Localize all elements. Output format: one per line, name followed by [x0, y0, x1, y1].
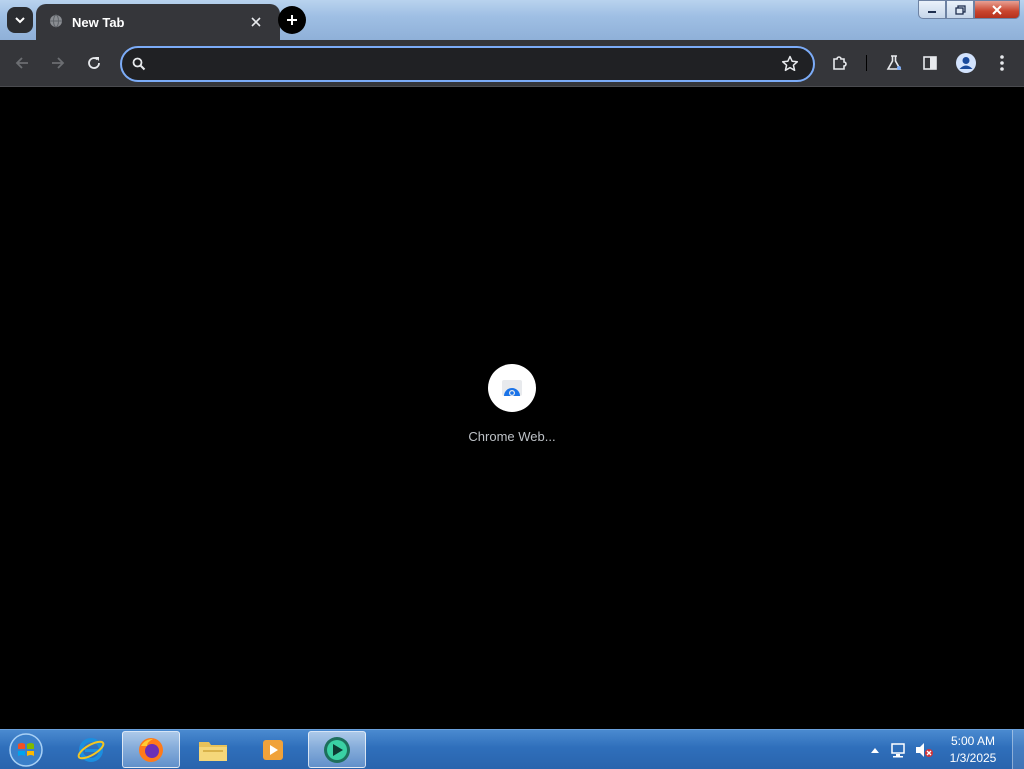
avatar-icon — [956, 53, 976, 73]
system-clock[interactable]: 5:00 AM 1/3/2025 — [940, 733, 1006, 767]
close-icon — [992, 4, 1002, 15]
toolbar-divider — [866, 55, 867, 71]
menu-button[interactable] — [990, 51, 1014, 75]
shortcut-tile-chrome-web-store[interactable] — [488, 364, 536, 412]
network-icon — [891, 742, 905, 757]
tab-search-button[interactable] — [7, 7, 33, 33]
forward-button[interactable] — [46, 51, 70, 75]
taskbar-internet-explorer[interactable] — [62, 731, 120, 768]
browser-toolbar — [0, 40, 1024, 87]
close-window-button[interactable] — [974, 0, 1020, 19]
title-bar: New Tab — [0, 0, 1024, 40]
volume-tray-button[interactable] — [912, 730, 936, 769]
minimize-button[interactable] — [918, 0, 946, 19]
firefox-icon — [139, 737, 163, 762]
arrow-right-icon — [52, 57, 65, 69]
clock-date: 1/3/2025 — [949, 751, 997, 765]
show-desktop-button[interactable] — [1012, 730, 1024, 769]
labs-button[interactable] — [882, 51, 906, 75]
volume-muted-icon — [916, 742, 933, 757]
arrow-left-icon — [15, 57, 28, 69]
address-bar[interactable] — [120, 46, 815, 82]
side-panel-icon — [923, 56, 937, 70]
star-bookmark-icon[interactable] — [780, 54, 800, 74]
triangle-up-icon — [871, 747, 879, 753]
profile-button[interactable] — [954, 51, 978, 75]
reload-icon — [88, 57, 100, 69]
taskbar-chrome-app[interactable] — [308, 731, 366, 768]
windows-start-orb-icon — [9, 733, 43, 767]
network-tray-button[interactable] — [888, 730, 910, 769]
search-icon — [132, 57, 146, 71]
minimize-icon — [928, 10, 936, 13]
restore-icon — [954, 4, 966, 15]
taskbar-media-player[interactable] — [244, 731, 302, 768]
taskbar-firefox[interactable] — [122, 731, 180, 768]
shortcut-label: Chrome Web... — [468, 429, 556, 444]
taskbar-file-explorer[interactable] — [184, 731, 242, 768]
extensions-button[interactable] — [828, 51, 852, 75]
back-button[interactable] — [10, 51, 34, 75]
chevron-down-icon — [15, 17, 25, 24]
puzzle-piece-icon — [833, 56, 847, 70]
start-button[interactable] — [6, 731, 46, 769]
internet-explorer-icon — [77, 737, 105, 762]
close-icon — [251, 17, 261, 27]
address-input[interactable] — [154, 54, 778, 76]
restore-button[interactable] — [946, 0, 974, 19]
show-hidden-icons-button[interactable] — [868, 730, 882, 769]
chrome-app-icon — [324, 736, 350, 763]
tab-close-button[interactable] — [246, 12, 266, 32]
window-controls — [918, 0, 1020, 19]
clock-time: 5:00 AM — [950, 734, 996, 748]
more-vertical-icon — [1000, 55, 1004, 71]
plus-icon — [287, 15, 297, 25]
globe-icon — [50, 14, 62, 28]
tab-new-tab[interactable]: New Tab — [36, 4, 280, 40]
chrome-web-store-icon — [502, 380, 522, 396]
tab-title: New Tab — [72, 15, 125, 30]
flask-icon — [886, 55, 902, 70]
media-player-icon — [263, 739, 283, 760]
reload-button[interactable] — [82, 51, 106, 75]
file-explorer-icon — [199, 741, 227, 761]
new-tab-page: Chrome Web... — [0, 87, 1024, 729]
side-panel-button[interactable] — [918, 51, 942, 75]
new-tab-button[interactable] — [278, 6, 306, 34]
taskbar: 5:00 AM 1/3/2025 — [0, 729, 1024, 769]
